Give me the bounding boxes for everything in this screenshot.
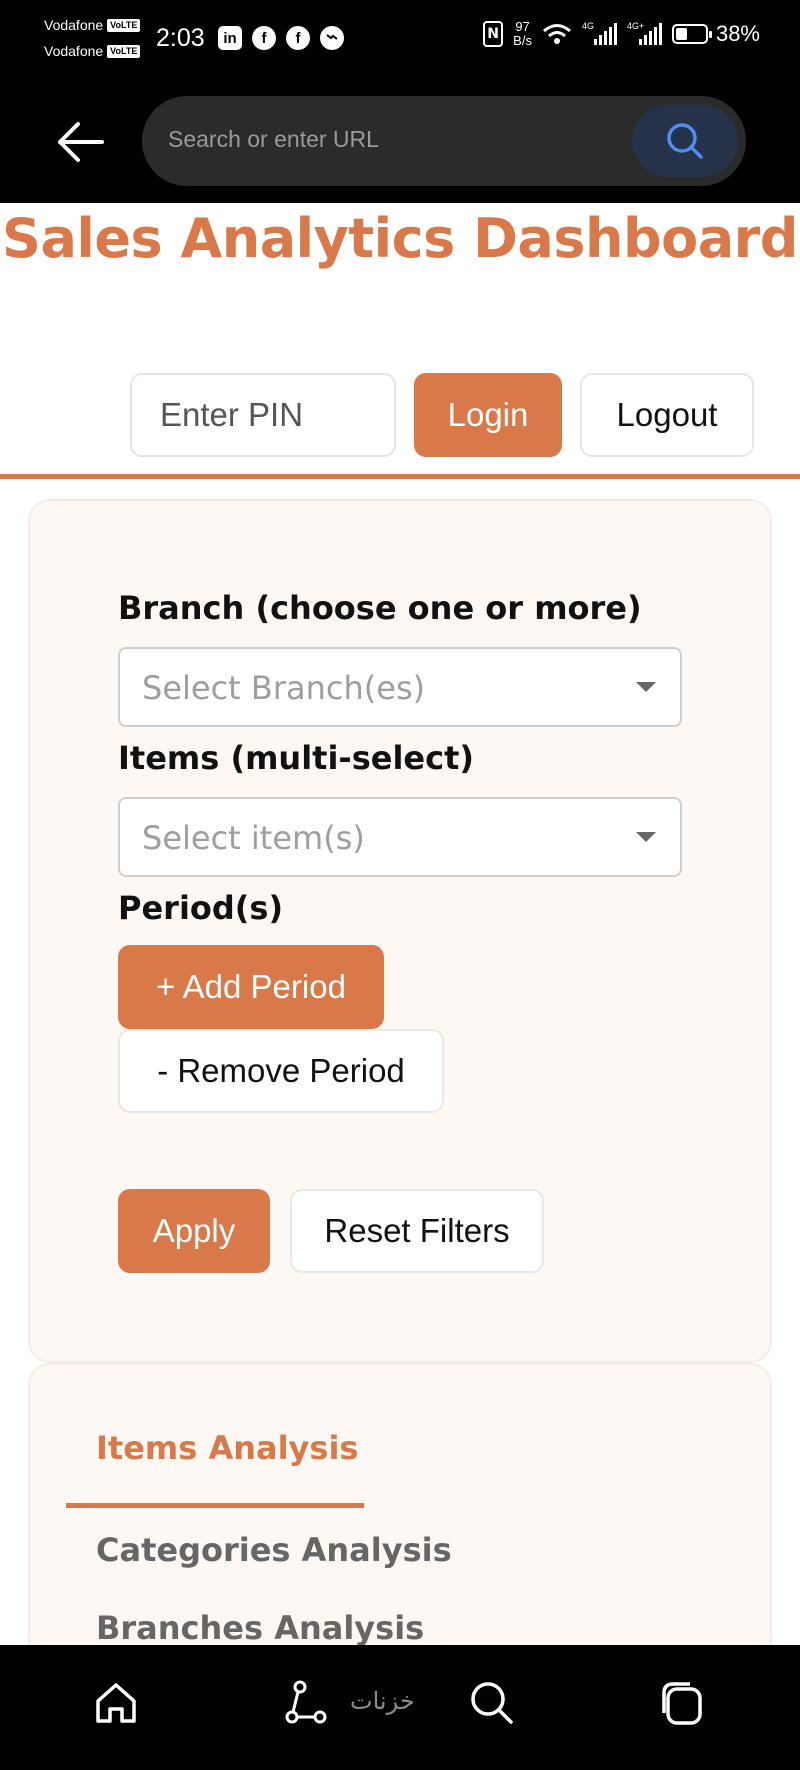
web-page: Sales Analytics Dashboard Login Logout B… <box>0 203 800 1645</box>
branch-label: Branch (choose one or more) <box>118 589 642 627</box>
carrier-1: Vodafone VoLTE <box>44 17 141 33</box>
pin-input[interactable] <box>130 373 396 457</box>
signal-2-tag: 4G+ <box>626 21 645 31</box>
nfc-icon: N <box>483 21 504 47</box>
analysis-tabs-panel: Items Analysis Categories Analysis Branc… <box>28 1363 772 1645</box>
items-select[interactable]: Select item(s) <box>118 797 682 877</box>
carrier-1-name: Vodafone <box>44 17 104 33</box>
volte-badge: VoLTE <box>107 18 141 32</box>
carrier-2: Vodafone VoLTE <box>44 43 141 59</box>
share-button[interactable] <box>276 1673 336 1733</box>
battery-level <box>675 28 687 40</box>
remove-period-button[interactable]: - Remove Period <box>118 1029 444 1113</box>
chevron-down-icon <box>636 832 656 842</box>
messenger-icon <box>320 26 344 50</box>
tab-categories-analysis[interactable]: Categories Analysis <box>96 1531 452 1569</box>
linkedin-icon: in <box>218 26 242 50</box>
battery-percent: 38% <box>715 21 760 46</box>
search-icon <box>471 1682 513 1724</box>
battery: 38% <box>671 21 760 47</box>
logout-button[interactable]: Logout <box>580 373 754 457</box>
url-placeholder: Search or enter URL <box>168 126 379 152</box>
tab-items-analysis[interactable]: Items Analysis <box>96 1429 358 1467</box>
signal-2-icon: 4G+ <box>626 21 662 45</box>
active-tab-indicator <box>66 1503 364 1508</box>
watermark: خزنات <box>350 1687 415 1715</box>
battery-icon <box>671 24 712 44</box>
page-title: Sales Analytics Dashboard <box>2 207 798 270</box>
home-button[interactable] <box>86 1673 146 1733</box>
status-bar: Vodafone VoLTE Vodafone VoLTE 2:03 in f … <box>0 0 800 84</box>
reset-filters-button[interactable]: Reset Filters <box>290 1189 544 1273</box>
signal-1-tag: 4G <box>581 21 594 31</box>
search-button[interactable] <box>462 1673 522 1733</box>
facebook-icon: f <box>252 26 276 50</box>
browser-bottom-nav: خزنات <box>0 1645 800 1770</box>
arrow-left-icon <box>58 122 104 162</box>
network-speed-unit: B/s <box>513 33 532 48</box>
url-search-button[interactable] <box>632 105 738 177</box>
network-speed-value: 97 <box>515 19 530 34</box>
branch-select[interactable]: Select Branch(es) <box>118 647 682 727</box>
url-bar[interactable]: Search or enter URL <box>142 96 746 186</box>
items-label: Items (multi-select) <box>118 739 475 777</box>
apply-button[interactable]: Apply <box>118 1189 270 1273</box>
system-indicators: N 97 B/s 4G 4G+ 38% <box>483 20 760 48</box>
signal-1-icon: 4G <box>581 21 617 45</box>
items-select-placeholder: Select item(s) <box>142 819 365 857</box>
network-speed: 97 B/s <box>513 20 532 48</box>
home-icon <box>96 1683 136 1723</box>
facebook-icon: f <box>286 26 310 50</box>
tabs-button[interactable] <box>652 1673 712 1733</box>
tabs-icon <box>662 1682 702 1725</box>
period-label: Period(s) <box>118 889 284 927</box>
header-divider <box>0 474 800 479</box>
carrier-2-name: Vodafone <box>44 43 104 59</box>
branch-select-placeholder: Select Branch(es) <box>142 669 426 707</box>
chevron-down-icon <box>636 682 656 692</box>
login-button[interactable]: Login <box>414 373 562 457</box>
volte-badge: VoLTE <box>107 44 141 58</box>
notification-icons: in f f <box>218 26 344 50</box>
back-button[interactable] <box>52 114 108 170</box>
tab-branches-analysis[interactable]: Branches Analysis <box>96 1609 424 1645</box>
auth-bar: Login Logout <box>130 373 754 457</box>
add-period-button[interactable]: + Add Period <box>118 945 384 1029</box>
share-icon <box>285 1680 327 1724</box>
filters-panel: Branch (choose one or more) Select Branc… <box>28 499 772 1363</box>
wifi-icon <box>542 24 571 44</box>
browser-toolbar: Search or enter URL <box>0 84 800 203</box>
search-icon <box>667 123 703 159</box>
clock: 2:03 <box>156 24 205 52</box>
